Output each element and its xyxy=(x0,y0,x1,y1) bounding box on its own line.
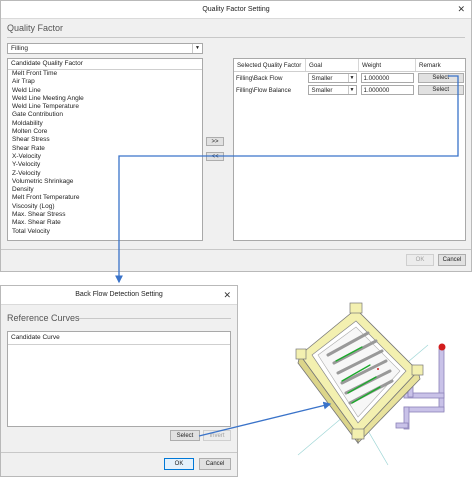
back-flow-detection-dialog: Back Flow Detection Setting ✕ Reference … xyxy=(0,285,238,477)
list-item[interactable]: Melt Front Time xyxy=(8,70,202,78)
weight-input[interactable]: 1.000000 xyxy=(360,73,414,83)
goal-value: Smaller xyxy=(311,75,333,82)
invert-button[interactable]: Invert xyxy=(203,430,231,441)
category-value: Filling xyxy=(11,45,28,52)
dropdown-arrow-icon: ▼ xyxy=(192,44,202,53)
footer-divider xyxy=(1,452,237,453)
table-row: Filling\Back Flow Smaller ▼ 1.000000 Sele… xyxy=(234,72,465,85)
add-factor-button[interactable]: >> xyxy=(206,137,224,146)
marker-dot xyxy=(377,368,379,370)
list-item[interactable]: Volumetric Shrinkage xyxy=(8,178,202,186)
list-item[interactable]: Gate Contribution xyxy=(8,111,202,119)
quality-factor-dialog: Quality Factor Setting ✕ Quality Factor … xyxy=(0,0,472,272)
goal-dropdown[interactable]: Smaller ▼ xyxy=(307,85,357,95)
footer-divider xyxy=(1,249,471,250)
column-header: Weight xyxy=(358,59,416,72)
dialog-titlebar: Back Flow Detection Setting ✕ xyxy=(1,286,237,305)
remove-factor-button[interactable]: << xyxy=(206,152,224,161)
category-dropdown[interactable]: Filling ▼ xyxy=(7,43,203,54)
list-item[interactable]: Air Trap xyxy=(8,78,202,86)
dropdown-arrow-icon: ▼ xyxy=(347,74,356,82)
list-item[interactable]: Moldability xyxy=(8,120,202,128)
section-title: Reference Curves xyxy=(7,313,80,323)
dropdown-arrow-icon: ▼ xyxy=(347,86,356,94)
candidate-curve-list[interactable]: Candidate Curve xyxy=(7,331,231,427)
dialog-title: Quality Factor Setting xyxy=(202,6,270,13)
close-icon[interactable]: ✕ xyxy=(457,1,465,18)
candidate-list-header: Candidate Quality Factor xyxy=(8,59,202,70)
column-header: Goal xyxy=(305,59,359,72)
ok-button[interactable]: OK xyxy=(164,458,194,470)
dialog-title: Back Flow Detection Setting xyxy=(75,291,163,298)
table-row: Filling\Flow Balance Smaller ▼ 1.000000 S… xyxy=(234,84,465,96)
candidate-factor-list[interactable]: Candidate Quality Factor Melt Front Time… xyxy=(7,58,203,241)
list-item[interactable]: Weld Line Meeting Angle xyxy=(8,95,202,103)
goal-value: Smaller xyxy=(311,87,333,94)
list-item[interactable]: Melt Front Temperature xyxy=(8,194,202,202)
candidate-curve-header: Candidate Curve xyxy=(8,332,230,345)
cancel-button[interactable]: Cancel xyxy=(199,458,231,470)
section-divider xyxy=(79,318,231,319)
list-item[interactable]: Shear Rate xyxy=(8,145,202,153)
selected-factor-table: Selected Quality Factor Goal Weight Rema… xyxy=(233,58,466,241)
column-header: Selected Quality Factor xyxy=(234,59,306,72)
list-item[interactable]: X-Velocity xyxy=(8,153,202,161)
model-viewport[interactable] xyxy=(258,285,472,478)
goal-dropdown[interactable]: Smaller ▼ xyxy=(307,73,357,83)
list-item[interactable]: Weld Line Temperature xyxy=(8,103,202,111)
list-item[interactable]: Shear Stress xyxy=(8,136,202,144)
list-item[interactable]: Weld Line xyxy=(8,87,202,95)
list-item[interactable]: Max. Shear Rate xyxy=(8,219,202,227)
mold-model-render xyxy=(295,302,446,466)
list-item[interactable]: Density xyxy=(8,186,202,194)
ok-button[interactable]: OK xyxy=(406,254,434,266)
cancel-button[interactable]: Cancel xyxy=(438,254,466,266)
select-button[interactable]: Select xyxy=(170,430,200,441)
section-divider xyxy=(7,37,465,38)
close-icon[interactable]: ✕ xyxy=(223,286,231,304)
list-item[interactable]: Viscosity (Log) xyxy=(8,203,202,211)
dialog-titlebar: Quality Factor Setting ✕ xyxy=(1,1,471,19)
sprue-gate-marker xyxy=(438,343,446,351)
list-item[interactable]: Y-Velocity xyxy=(8,161,202,169)
weight-input[interactable]: 1.000000 xyxy=(360,85,414,95)
remark-select-button[interactable]: Select xyxy=(417,85,464,95)
list-item[interactable]: Molten Core xyxy=(8,128,202,136)
factor-name: Filling\Back Flow xyxy=(236,74,283,82)
remark-select-button[interactable]: Select xyxy=(417,73,464,83)
list-item[interactable]: Max. Shear Stress xyxy=(8,211,202,219)
column-header: Remark xyxy=(415,59,465,72)
section-title: Quality Factor xyxy=(7,23,64,33)
factor-name: Filling\Flow Balance xyxy=(236,86,292,94)
list-item[interactable]: Z-Velocity xyxy=(8,170,202,178)
list-item[interactable]: Total Velocity xyxy=(8,228,202,236)
